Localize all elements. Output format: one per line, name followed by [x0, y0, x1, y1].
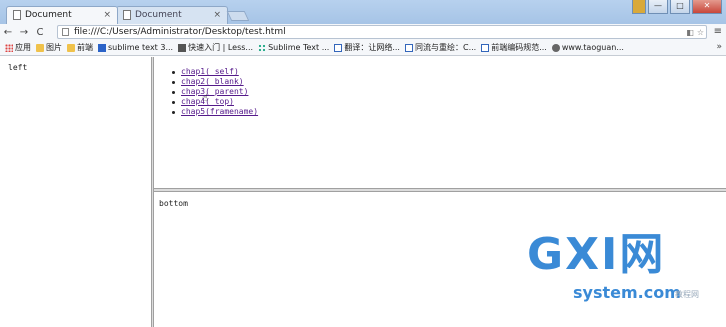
list-item: chap3(_parent)	[171, 87, 258, 97]
top-frame: chap1(_self) chap2(_blank) chap3(_parent…	[154, 57, 726, 188]
bookmarks-more-button[interactable]: »	[716, 42, 722, 52]
watermark-sub: system.com	[573, 283, 681, 302]
bookmark-less[interactable]: 快速入门 | Less...	[178, 42, 253, 53]
bookmark-sublime-text[interactable]: Sublime Text ...	[258, 43, 329, 52]
star-icon[interactable]: ☆	[697, 27, 704, 39]
maximize-button[interactable]: □	[670, 0, 690, 14]
watermark-main: GXI网	[527, 229, 666, 280]
menu-icon[interactable]: ≡	[714, 26, 722, 37]
close-window-button[interactable]: ✕	[692, 0, 722, 14]
chapter-link[interactable]: chap3(_parent)	[181, 87, 248, 96]
list-item: chap5(framename)	[171, 107, 258, 117]
bookmark-coding-standard[interactable]: 前端编码规范...	[481, 42, 547, 53]
bookmark-label: 同流与重绘：C...	[414, 43, 477, 52]
chapter-link[interactable]: chap1(_self)	[181, 67, 239, 76]
folder-icon	[36, 43, 44, 52]
tab-document[interactable]: Document ×	[116, 6, 228, 24]
translate-icon[interactable]: ◧	[686, 27, 694, 39]
tab-close-icon[interactable]: ×	[213, 10, 221, 20]
doc-icon	[481, 43, 490, 52]
bookmark-translate[interactable]: 翻译：让网络...	[334, 42, 400, 53]
bookmark-label: 应用	[15, 43, 31, 52]
chapter-link-list: chap1(_self) chap2(_blank) chap3(_parent…	[171, 67, 258, 117]
window-controls: — □ ✕	[632, 0, 722, 14]
left-frame: left	[0, 57, 151, 327]
bookmark-taoguan[interactable]: www.taoguan...	[551, 43, 624, 52]
folder-icon	[67, 43, 75, 52]
globe-icon	[551, 43, 560, 52]
bookmark-label: www.taoguan...	[561, 43, 624, 52]
new-tab-button[interactable]	[226, 11, 250, 21]
bookmark-label: Sublime Text ...	[268, 43, 330, 52]
doc-icon	[404, 43, 413, 52]
bookmark-apps[interactable]: 应用	[5, 42, 31, 53]
toolbar: ← → C file:///C:/Users/Administrator/Des…	[0, 24, 726, 40]
mail-icon	[178, 43, 187, 52]
bottom-frame-text: bottom	[159, 199, 188, 208]
address-url: file:///C:/Users/Administrator/Desktop/t…	[74, 27, 286, 37]
tab-title: Document	[135, 10, 182, 20]
watermark-tag: 教程网	[675, 290, 699, 299]
omnibox-icons: ◧ ☆	[686, 27, 704, 39]
apps-grid-icon	[5, 43, 13, 52]
list-item: chap4(_top)	[171, 97, 258, 107]
document-icon	[123, 10, 131, 20]
bookmark-sublime[interactable]: sublime text 3...	[98, 43, 173, 52]
bookmark-label: 图片	[46, 43, 62, 52]
chapter-link[interactable]: chap5(framename)	[181, 107, 258, 116]
bookmark-label: 前端编码规范...	[491, 43, 547, 52]
page-icon	[62, 28, 69, 36]
watermark-logo: GXI网 system.com 教程网	[527, 233, 717, 313]
tab-close-icon[interactable]: ×	[103, 10, 111, 20]
user-icon[interactable]	[632, 0, 646, 14]
back-button[interactable]: ←	[0, 27, 16, 38]
hand-cursor-icon: ☝	[202, 93, 209, 104]
left-frame-text: left	[8, 63, 28, 72]
minimize-button[interactable]: —	[648, 0, 668, 14]
reload-button[interactable]: C	[32, 27, 48, 38]
forward-button[interactable]: →	[16, 27, 32, 38]
doc-icon	[334, 43, 343, 52]
bookmark-frontend[interactable]: 前端	[67, 42, 93, 53]
tab-title: Document	[25, 10, 72, 20]
address-bar[interactable]: file:///C:/Users/Administrator/Desktop/t…	[57, 25, 707, 39]
list-item: chap1(_self)	[171, 67, 258, 77]
bookmark-label: sublime text 3...	[108, 43, 174, 52]
bookmark-reflow[interactable]: 同流与重绘：C...	[404, 42, 477, 53]
document-icon	[13, 10, 21, 20]
chapter-link[interactable]: chap2(_blank)	[181, 77, 244, 86]
bookmark-icon	[98, 43, 106, 52]
bookmark-images[interactable]: 图片	[36, 42, 62, 53]
bookmarks-bar: 应用 图片 前端 sublime text 3... 快速入门 | Less..…	[0, 40, 726, 56]
dots-icon	[258, 43, 267, 52]
bookmark-label: 翻译：让网络...	[344, 43, 400, 52]
bookmark-label: 前端	[77, 43, 93, 52]
bookmark-label: 快速入门 | Less...	[188, 43, 254, 52]
title-bar: Document × Document × — □ ✕	[0, 0, 726, 24]
list-item: chap2(_blank)	[171, 77, 258, 87]
tab-document-active[interactable]: Document ×	[6, 6, 118, 24]
